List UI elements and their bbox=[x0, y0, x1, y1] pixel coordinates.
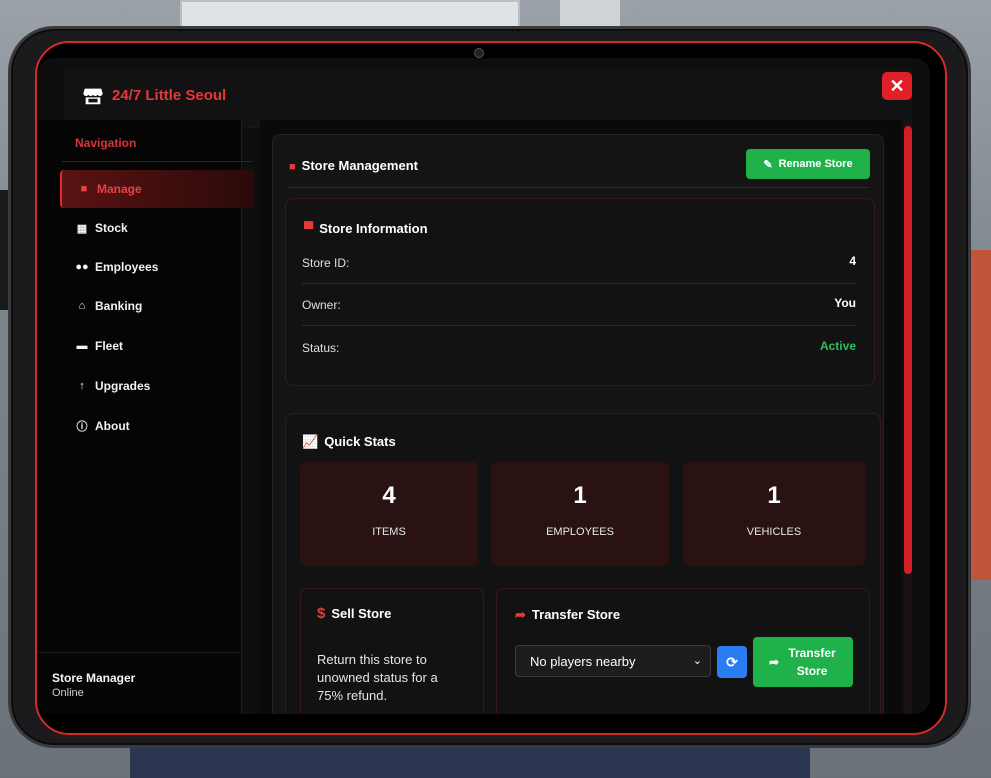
stat-value: 4 bbox=[382, 482, 396, 509]
nav-divider bbox=[62, 161, 252, 162]
stat-label: EMPLOYEES bbox=[546, 526, 614, 538]
sidebar-item-label: Manage bbox=[97, 182, 142, 196]
sidebar-item-label: Upgrades bbox=[95, 379, 151, 393]
dollar-icon: $ bbox=[317, 605, 326, 622]
store-icon bbox=[83, 88, 103, 105]
stat-employees: 1 EMPLOYEES bbox=[491, 462, 669, 566]
stat-label: ITEMS bbox=[372, 526, 406, 538]
sidebar-item-label: Banking bbox=[95, 299, 143, 313]
info-label: Owner: bbox=[302, 298, 341, 312]
panel-title: ■ Store Management bbox=[289, 158, 418, 173]
sidebar-item-stock[interactable]: ▦ Stock bbox=[60, 209, 254, 247]
briefcase-icon: ■ bbox=[80, 183, 88, 195]
boxes-icon: ▦ bbox=[76, 222, 88, 235]
info-value: You bbox=[834, 296, 856, 310]
sell-title: $ Sell Store bbox=[317, 605, 392, 622]
stat-value: 1 bbox=[573, 482, 587, 509]
user-footer: Store Manager Online bbox=[38, 652, 242, 714]
chart-line-icon: 📈 bbox=[302, 434, 319, 449]
info-label: Status: bbox=[302, 341, 340, 355]
sidebar-item-label: About bbox=[95, 419, 130, 433]
sidebar-item-upgrades[interactable]: ↑ Upgrades bbox=[60, 367, 254, 405]
sidebar-item-banking[interactable]: ⌂ Banking bbox=[60, 287, 254, 325]
camera-icon bbox=[474, 48, 484, 58]
info-row-store-id: Store ID: 4 bbox=[302, 242, 856, 284]
stat-label: VEHICLES bbox=[746, 526, 802, 538]
transfer-store-card: ➦ Transfer Store No players nearby ⌄ ⟳ ➦ T… bbox=[496, 588, 870, 714]
bank-icon: ⌂ bbox=[78, 300, 86, 312]
close-button[interactable]: ✕ bbox=[882, 72, 912, 100]
store-icon: ▀ bbox=[304, 221, 314, 236]
store-information-card: ▀ Store Information Store ID: 4 Owner: Yo… bbox=[285, 198, 875, 386]
user-status: Online bbox=[52, 687, 84, 699]
scrollbar-thumb[interactable] bbox=[904, 126, 912, 574]
sidebar-item-about[interactable]: ⓘ About bbox=[60, 407, 254, 445]
sidebar-item-label: Fleet bbox=[95, 339, 124, 353]
sidebar-item-fleet[interactable]: ▬ Fleet bbox=[60, 327, 254, 365]
pencil-icon: ✎ bbox=[763, 158, 773, 171]
transfer-title: ➦ Transfer Store bbox=[515, 607, 621, 622]
status-badge: Active bbox=[819, 339, 856, 353]
store-management-panel: ■ Store Management ✎ Rename Store ▀ Store I… bbox=[272, 134, 884, 714]
stat-vehicles: 1 VEHICLES bbox=[683, 462, 865, 566]
main-content: ■ Store Management ✎ Rename Store ▀ Store I… bbox=[260, 120, 902, 714]
sidebar-item-manage[interactable]: ■ Manage bbox=[60, 170, 254, 208]
panel-divider bbox=[287, 187, 869, 188]
sell-store-card: $ Sell Store Return this store to unowned… bbox=[300, 588, 484, 714]
share-icon: ➦ bbox=[515, 607, 526, 622]
quick-stats-card: 📈 Quick Stats 4 ITEMS 1 EMPLOYEES 1 VEHIC… bbox=[285, 413, 881, 714]
select-value: No players nearby bbox=[530, 653, 636, 669]
sidebar-item-label: Employees bbox=[95, 260, 159, 274]
refresh-icon: ⟳ bbox=[726, 653, 738, 670]
player-select[interactable]: No players nearby ⌄ bbox=[515, 645, 711, 677]
info-title: ▀ Store Information bbox=[304, 221, 428, 236]
info-icon: ⓘ bbox=[76, 421, 88, 433]
truck-icon: ▬ bbox=[76, 340, 88, 352]
info-row-owner: Owner: You bbox=[302, 284, 856, 326]
stat-value: 1 bbox=[767, 482, 781, 509]
nav-heading: Navigation bbox=[75, 136, 137, 150]
stats-title: 📈 Quick Stats bbox=[302, 434, 396, 449]
info-value: 4 bbox=[849, 254, 856, 268]
users-icon: ●● bbox=[75, 261, 89, 273]
refresh-players-button[interactable]: ⟳ bbox=[717, 646, 747, 678]
arrow-up-icon: ↑ bbox=[79, 380, 85, 392]
briefcase-icon: ■ bbox=[289, 161, 296, 173]
user-role: Store Manager bbox=[52, 671, 136, 685]
share-icon: ➦ bbox=[768, 655, 780, 669]
chevron-down-icon: ⌄ bbox=[692, 655, 702, 667]
sidebar-item-employees[interactable]: ●● Employees bbox=[60, 248, 254, 286]
tablet-screen: 24/7 Little Seoul ✕ Navigation ■ Manage … bbox=[38, 58, 930, 714]
store-title: 24/7 Little Seoul bbox=[112, 87, 227, 104]
info-label: Store ID: bbox=[302, 256, 350, 270]
stat-items: 4 ITEMS bbox=[300, 462, 478, 566]
sidebar-item-label: Stock bbox=[95, 221, 128, 235]
transfer-store-button[interactable]: ➦ Transfer Store bbox=[753, 637, 853, 687]
sidebar: Navigation ■ Manage ▦ Stock ●● Employees… bbox=[38, 120, 254, 714]
sell-description: Return this store to unowned status for … bbox=[317, 652, 438, 703]
info-row-status: Status: Active bbox=[302, 327, 856, 369]
rename-store-button[interactable]: ✎ Rename Store bbox=[746, 149, 870, 179]
